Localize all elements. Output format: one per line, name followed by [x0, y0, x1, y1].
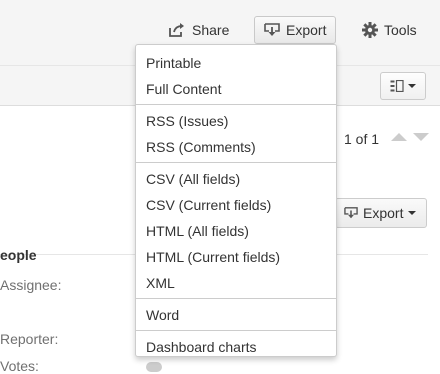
issue-export-button[interactable]: Export [335, 198, 427, 228]
detail-view-icon [390, 80, 404, 92]
menu-item-word[interactable]: Word [136, 302, 336, 328]
menu-item-html-all-fields[interactable]: HTML (All fields) [136, 218, 336, 244]
menu-separator [136, 104, 336, 105]
menu-item-rss-comments[interactable]: RSS (Comments) [136, 134, 336, 160]
menu-item-csv-all-fields[interactable]: CSV (All fields) [136, 166, 336, 192]
chevron-down-icon [408, 84, 416, 88]
export-icon [264, 22, 280, 38]
previous-arrow-icon[interactable] [391, 132, 407, 142]
tools-button[interactable]: Tools [362, 16, 417, 44]
menu-item-rss-issues[interactable]: RSS (Issues) [136, 108, 336, 134]
layout-view-button[interactable] [380, 72, 426, 100]
menu-item-html-current-fields[interactable]: HTML (Current fields) [136, 244, 336, 270]
tools-label: Tools [384, 22, 417, 38]
votes-count-badge[interactable] [146, 362, 162, 372]
menu-separator [136, 298, 336, 299]
share-icon [168, 22, 186, 38]
menu-item-printable[interactable]: Printable [136, 50, 336, 76]
issue-export-label: Export [363, 205, 404, 221]
export-dropdown-menu: Printable Full Content RSS (Issues) RSS (Co… [135, 44, 337, 357]
share-label: Share [192, 22, 230, 38]
menu-separator [136, 162, 336, 163]
reporter-label: Reporter: [0, 331, 59, 347]
export-button[interactable]: Export [254, 16, 336, 44]
votes-label: Votes: [0, 358, 39, 374]
share-button[interactable]: Share [168, 16, 229, 44]
export-label: Export [286, 22, 327, 38]
menu-item-xml[interactable]: XML [136, 270, 336, 296]
gear-icon [362, 22, 378, 38]
assignee-label: Assignee: [0, 277, 62, 293]
pager-arrows [391, 132, 429, 142]
menu-item-csv-current-fields[interactable]: CSV (Current fields) [136, 192, 336, 218]
people-section-title: eople [0, 247, 37, 263]
pager-text: 1 of 1 [344, 131, 380, 147]
next-arrow-icon[interactable] [413, 132, 429, 142]
chevron-down-icon [408, 211, 417, 215]
export-icon [344, 206, 358, 220]
menu-item-dashboard-charts[interactable]: Dashboard charts [136, 334, 336, 360]
menu-item-full-content[interactable]: Full Content [136, 76, 336, 102]
menu-separator [136, 330, 336, 331]
